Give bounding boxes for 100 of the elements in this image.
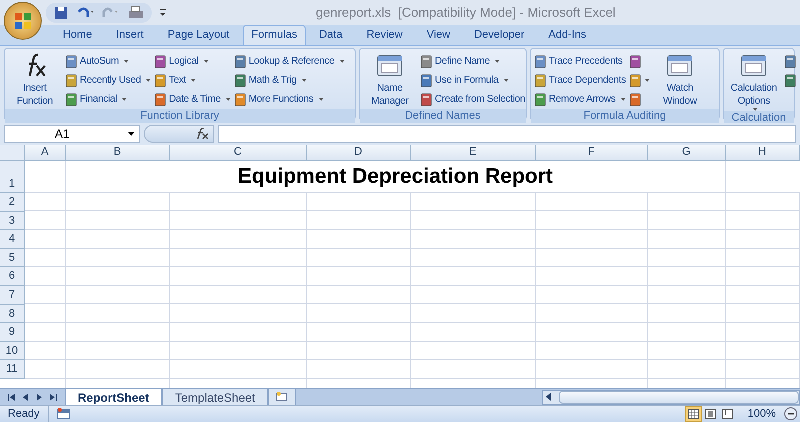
ribbon-tab[interactable]: Review [356, 25, 414, 45]
ribbon-tab[interactable]: View [416, 25, 462, 45]
column-header[interactable]: D [307, 145, 411, 161]
ribbon-button[interactable]: Trace Dependents [534, 73, 626, 88]
book-icon [784, 74, 797, 88]
row-header[interactable]: 2 [0, 193, 25, 212]
ribbon-button[interactable]: Financial [65, 92, 128, 107]
book-icon [534, 74, 547, 88]
scroll-thumb[interactable] [559, 390, 799, 404]
sheet-tab[interactable]: ReportSheet [65, 388, 162, 406]
column-header[interactable]: B [66, 145, 170, 161]
row-header[interactable]: 11 [0, 360, 25, 379]
normal-view-button[interactable] [684, 406, 702, 422]
ribbon-button[interactable]: Text [154, 73, 196, 88]
book-icon [629, 54, 642, 68]
ribbon-button[interactable]: More Functions [234, 92, 324, 107]
book-icon [65, 74, 78, 88]
sheet-tab[interactable]: TemplateSheet [162, 389, 268, 405]
row-header[interactable]: 1 [0, 161, 25, 193]
ribbon-tab[interactable]: Data [308, 25, 354, 45]
zoom-out-icon[interactable] [784, 407, 798, 421]
ribbon-icon-button[interactable] [629, 92, 642, 106]
insert-function-icon[interactable] [195, 128, 209, 140]
row-header[interactable]: 4 [0, 230, 25, 249]
ribbon-icon-button[interactable] [784, 74, 797, 88]
column-header[interactable]: F [536, 145, 648, 161]
horizontal-scrollbar[interactable] [542, 390, 800, 404]
step-right-icon[interactable] [36, 394, 43, 400]
ribbon-tab[interactable]: Formulas [242, 25, 306, 45]
printer-icon[interactable] [128, 6, 144, 20]
office-button[interactable] [4, 2, 42, 40]
ribbon-button[interactable]: Trace Precedents [534, 54, 623, 69]
ribbon-icon-button[interactable] [784, 54, 797, 68]
column-header[interactable]: G [648, 145, 726, 161]
column-header[interactable]: A [25, 145, 66, 161]
column-header[interactable]: C [170, 145, 307, 161]
book-icon [629, 92, 642, 106]
insert-sheet-tab[interactable] [268, 389, 296, 405]
status-text: Ready [0, 406, 49, 422]
book-icon [234, 54, 247, 68]
ribbon-button[interactable]: Lookup & Reference [234, 54, 345, 69]
ribbon-tab[interactable]: Insert [105, 25, 155, 45]
zoom-level[interactable]: 100% [748, 406, 776, 422]
book-icon [154, 74, 168, 88]
group-label: Defined Names [360, 109, 526, 123]
book-icon [154, 54, 168, 68]
book-icon [420, 54, 433, 68]
ribbon-icon-button[interactable] [629, 74, 650, 88]
name-box[interactable]: A1 [4, 125, 140, 143]
office-logo-icon [14, 12, 32, 30]
ribbon-button[interactable]: Use in Formula [420, 73, 509, 88]
ribbon-button[interactable]: Math & Trig [234, 73, 307, 88]
row-header[interactable]: 5 [0, 248, 25, 268]
macro-record-icon[interactable] [56, 408, 71, 420]
column-header[interactable]: H [726, 145, 800, 161]
group-label: Calculation [724, 111, 794, 123]
book-icon [629, 74, 642, 88]
book-icon [420, 92, 433, 106]
ribbon-large-button[interactable]: Calculation Options [727, 52, 781, 111]
undo-icon[interactable] [76, 6, 94, 20]
book-icon [534, 92, 547, 106]
ribbon-button[interactable]: Recently Used [65, 73, 152, 88]
book-icon [420, 74, 433, 88]
window-title: genreport.xls [Compatibility Mode] - Microsoft Excel [316, 4, 616, 22]
ribbon-tab[interactable]: Home [52, 25, 104, 45]
row-header[interactable]: 8 [0, 304, 25, 324]
save-icon[interactable] [54, 6, 68, 20]
ribbon-tab[interactable]: Page Layout [156, 25, 241, 45]
ribbon-large-button[interactable]: Name Manager [363, 52, 417, 109]
book-icon [65, 92, 78, 106]
column-header[interactable]: E [411, 145, 536, 161]
ribbon-button[interactable]: Date & Time [154, 92, 231, 107]
row-header[interactable]: 7 [0, 286, 25, 305]
row-header[interactable]: 3 [0, 212, 25, 230]
ribbon-large-button[interactable]: Watch Window [653, 52, 708, 109]
book-icon [534, 54, 547, 68]
new-sheet-icon [276, 392, 288, 402]
step-left-icon[interactable] [22, 394, 29, 400]
row-header[interactable]: 6 [0, 267, 25, 286]
row-header[interactable]: 10 [0, 342, 25, 360]
book-icon [234, 92, 247, 106]
report-title: Equipment Depreciation Report [238, 164, 554, 190]
ribbon-tab[interactable]: Developer [463, 25, 536, 45]
ribbon-tab[interactable]: Add-Ins [538, 25, 598, 45]
cell-reference: A1 [55, 126, 70, 143]
customize-menu-icon[interactable] [160, 8, 166, 16]
skip-right-icon[interactable] [50, 394, 57, 400]
group-label: Formula Auditing [531, 109, 719, 123]
ribbon-button[interactable]: Logical [154, 54, 209, 69]
book-icon [65, 54, 78, 68]
ribbon-icon-button[interactable] [629, 54, 642, 68]
skip-left-icon[interactable] [8, 394, 15, 400]
ribbon-button[interactable]: Define Name [420, 54, 500, 69]
book-icon [154, 92, 168, 106]
row-header[interactable]: 9 [0, 323, 25, 342]
book-icon [234, 74, 247, 88]
ribbon-button[interactable]: Remove Arrows [534, 92, 626, 107]
ribbon-button[interactable]: AutoSum [65, 54, 130, 69]
ribbon-large-button[interactable]: Insert Function [8, 52, 62, 109]
ribbon-button[interactable]: Create from Selection [420, 92, 526, 107]
